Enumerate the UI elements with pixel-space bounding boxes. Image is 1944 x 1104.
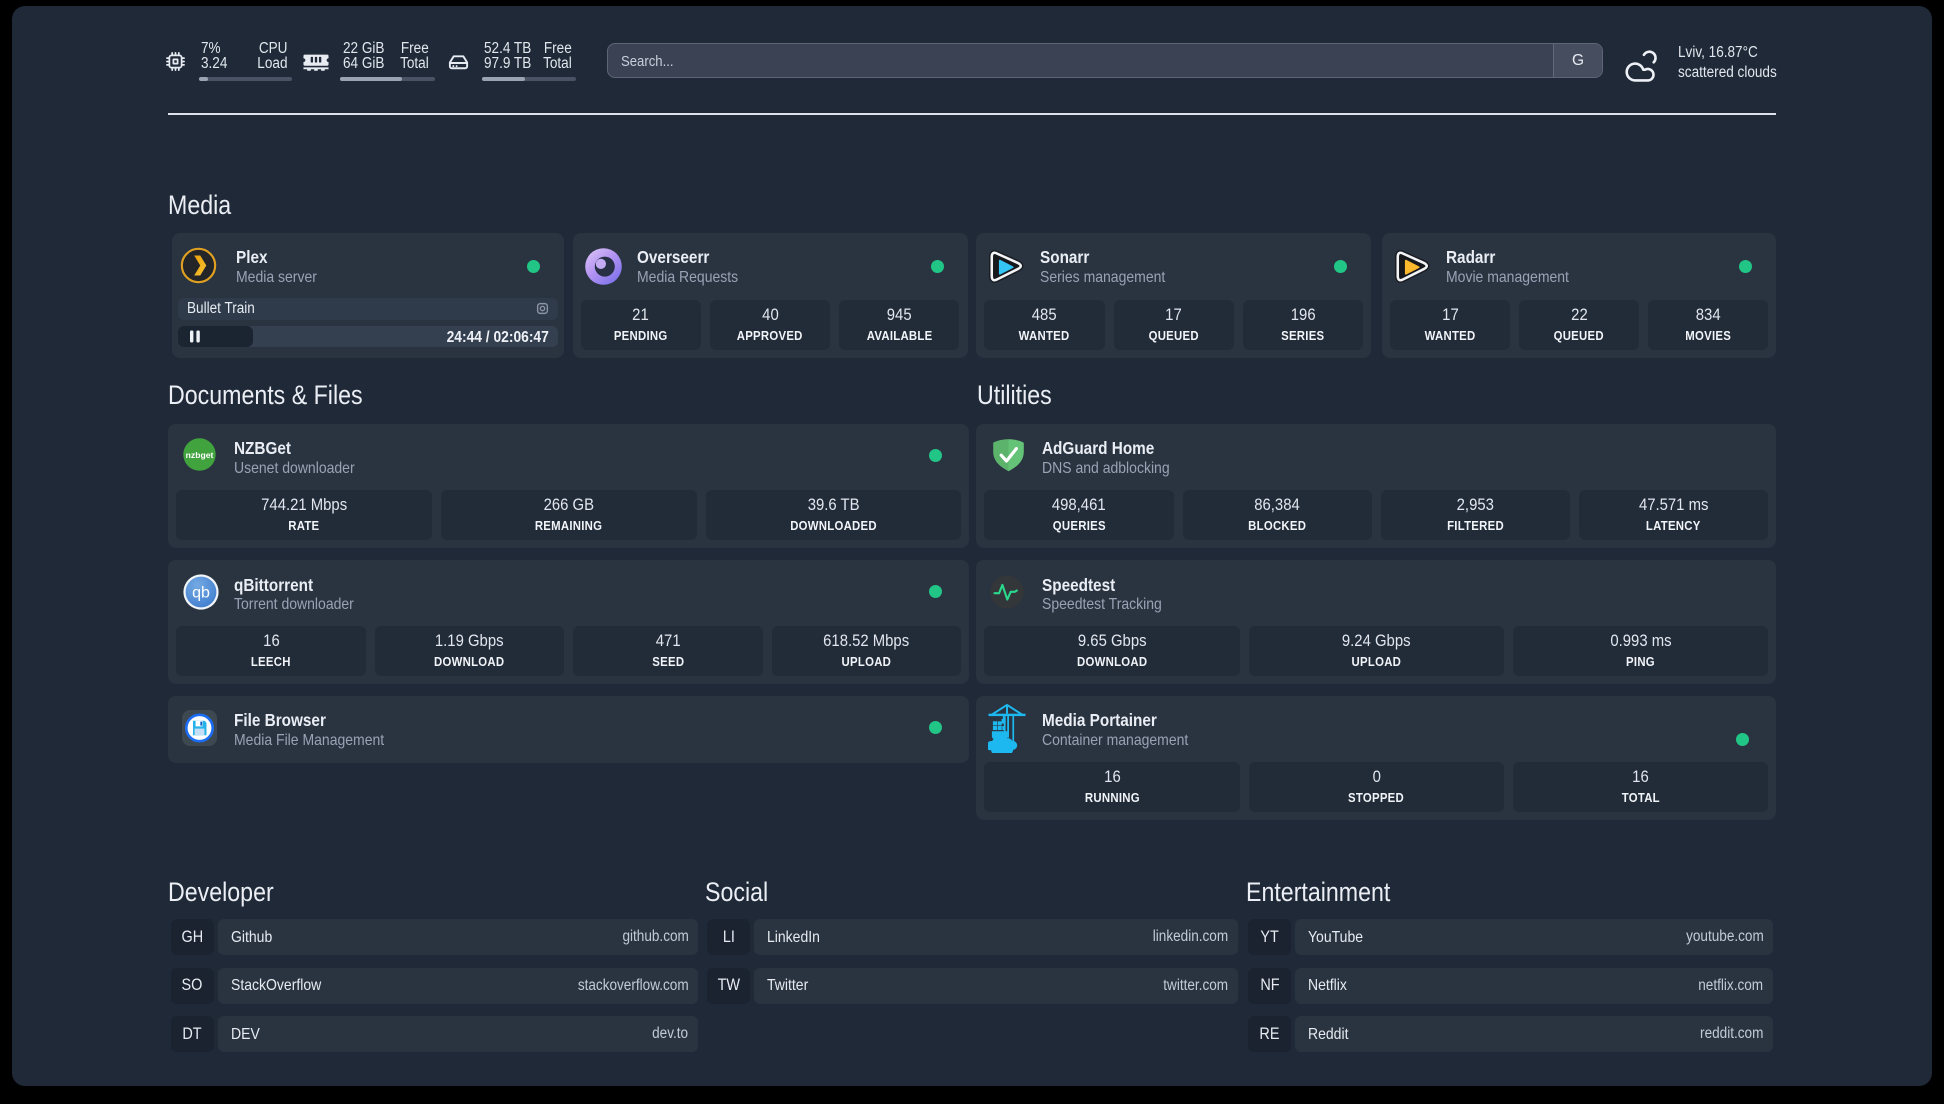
- svg-text:nzbget: nzbget: [185, 450, 213, 460]
- svg-text:qb: qb: [192, 585, 210, 602]
